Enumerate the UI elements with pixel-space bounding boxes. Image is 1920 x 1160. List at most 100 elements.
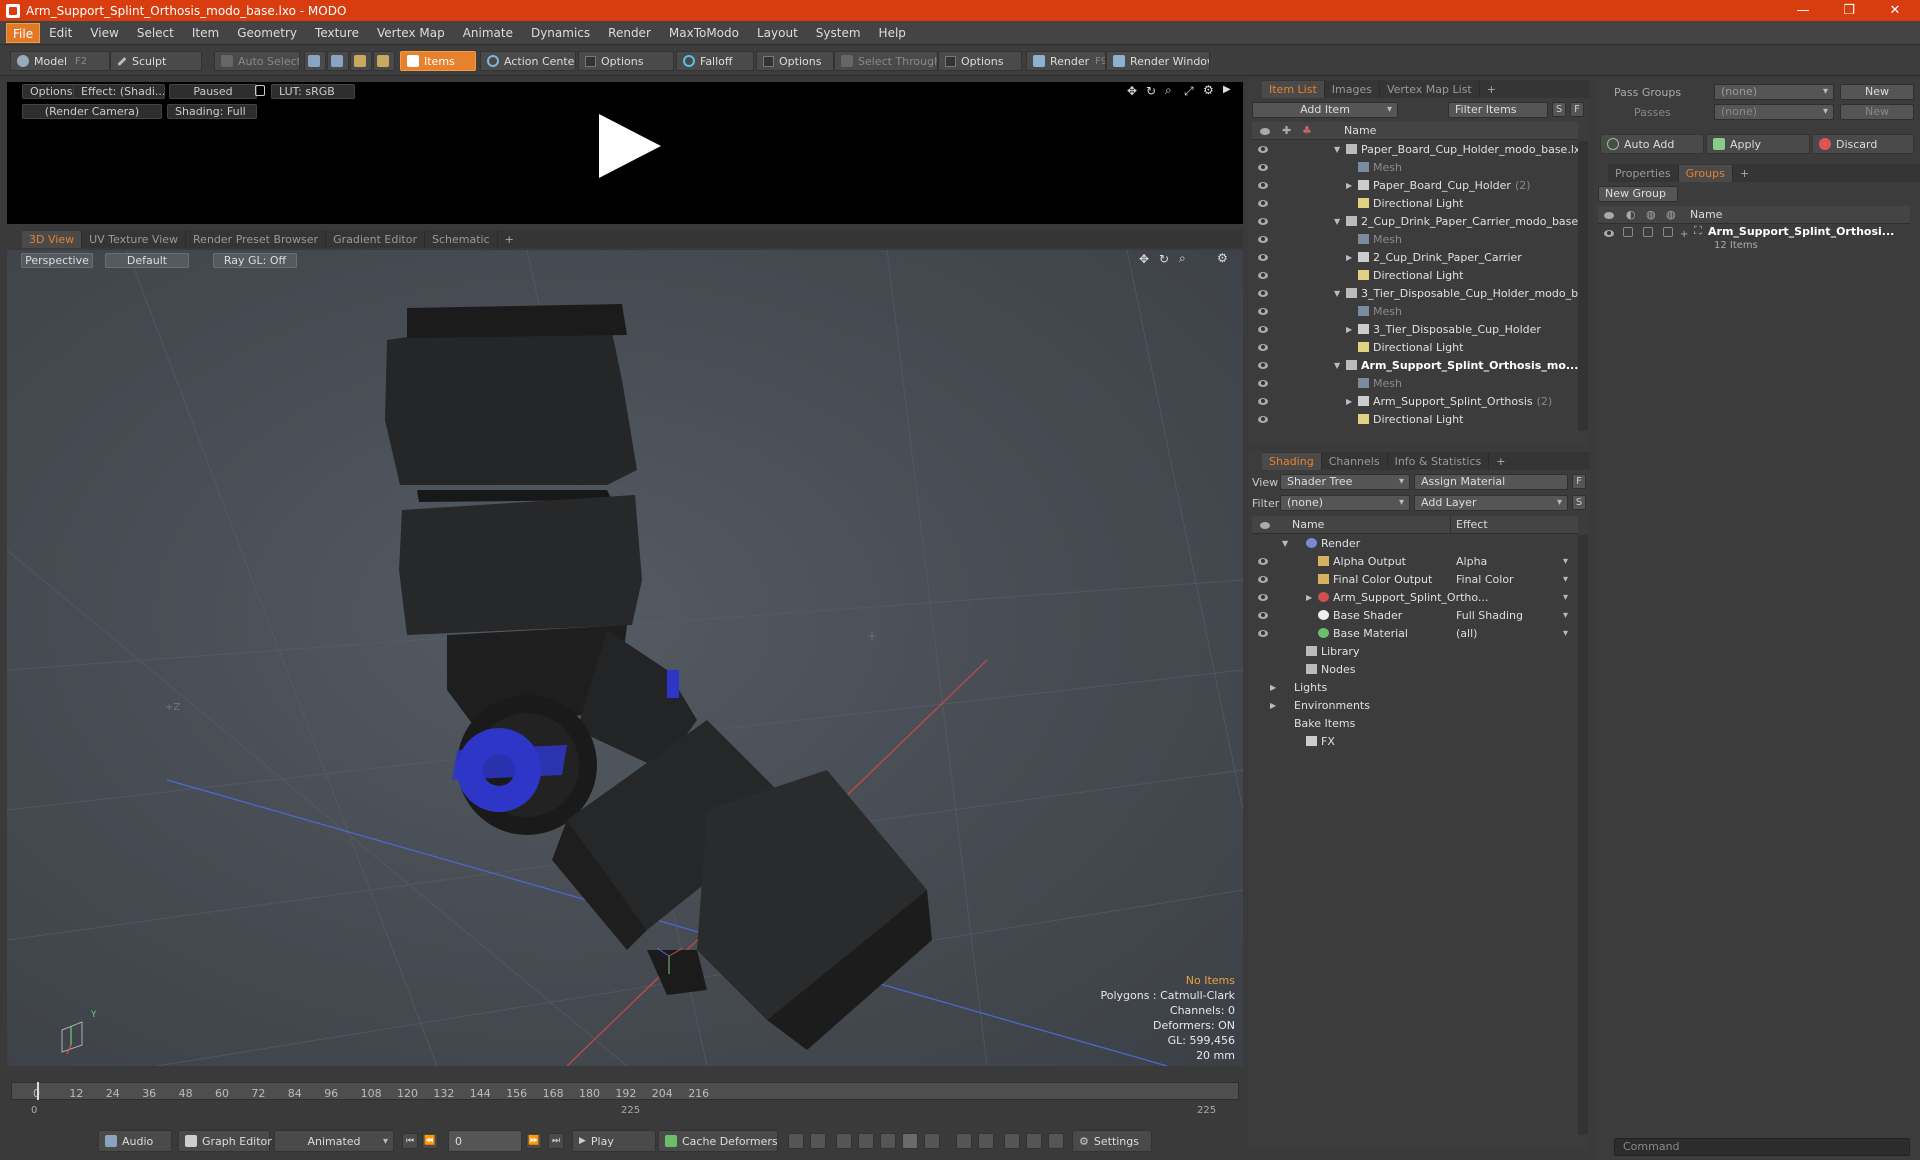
item-list-row[interactable]: ▼ 2_Cup_Drink_Paper_Carrier_modo_base....	[1252, 213, 1578, 231]
menu-layout[interactable]: Layout	[748, 23, 807, 43]
preview-options-button[interactable]: Options	[22, 84, 81, 99]
visibility-eye-icon[interactable]	[1258, 200, 1268, 207]
render-toggle[interactable]	[1623, 227, 1633, 237]
item-list-scrollbar[interactable]	[1578, 141, 1588, 431]
add-tab-button[interactable]: +	[1489, 453, 1512, 470]
tab-properties[interactable]: Properties	[1608, 165, 1679, 182]
add-to-group-icon[interactable]: +	[1680, 229, 1688, 240]
go-to-start-button[interactable]: ⏮	[402, 1133, 418, 1149]
expand-arrow-icon[interactable]: ▶	[1346, 177, 1352, 195]
tab-groups[interactable]: Groups	[1678, 165, 1733, 182]
timeline[interactable]: 0 12 24 36 48 60 72 84 96 108 120 132 144 156 168 180 19…	[7, 1078, 1243, 1118]
tab-gradient-editor[interactable]: Gradient Editor	[326, 231, 425, 248]
menu-select[interactable]: Select	[128, 23, 183, 43]
pass-groups-dropdown[interactable]: (none)	[1714, 84, 1834, 100]
visibility-eye-icon[interactable]	[1258, 254, 1268, 261]
preview-shading-dropdown[interactable]: Shading: Full	[167, 104, 257, 119]
menu-edit[interactable]: Edit	[40, 23, 81, 43]
visibility-eye-icon[interactable]	[1258, 236, 1268, 243]
item-list-row[interactable]: Mesh	[1252, 159, 1578, 177]
graph-editor-button[interactable]: Graph Editor	[178, 1130, 272, 1152]
default-style-dropdown[interactable]: Default	[105, 253, 189, 268]
select-toggle[interactable]	[1663, 227, 1673, 237]
effect-dropdown[interactable]: ▾	[1452, 589, 1572, 607]
item-list-row[interactable]: Directional Light	[1252, 195, 1578, 213]
shader-tree-row[interactable]: Library	[1252, 643, 1578, 661]
expand-arrow-icon[interactable]: ▶	[1306, 589, 1312, 607]
tab-info-statistics[interactable]: Info & Statistics	[1388, 453, 1490, 470]
menu-vertex-map[interactable]: Vertex Map	[368, 23, 454, 43]
gear-icon[interactable]: ⚙	[1217, 251, 1228, 265]
visibility-eye-icon[interactable]	[1258, 146, 1268, 153]
add-tab-button[interactable]: +	[1733, 165, 1756, 182]
menu-item[interactable]: Item	[183, 23, 228, 43]
menu-system[interactable]: System	[807, 23, 870, 43]
tab-vertex-map-list[interactable]: Vertex Map List	[1380, 81, 1480, 98]
current-frame-field[interactable]: 0	[448, 1130, 522, 1152]
auto-add-button[interactable]: Auto Add	[1600, 134, 1704, 154]
shader-tree-row[interactable]: Alpha Output Alpha ▾	[1252, 553, 1578, 571]
zoom-icon[interactable]: ⌕	[1179, 251, 1186, 266]
menu-animate[interactable]: Animate	[454, 23, 522, 43]
key-icon[interactable]	[880, 1133, 896, 1149]
visibility-eye-icon[interactable]	[1258, 344, 1268, 351]
cache-deformers-button[interactable]: Cache Deformers	[658, 1130, 778, 1152]
apply-button[interactable]: Apply	[1706, 134, 1810, 154]
visibility-eye-icon[interactable]	[1258, 362, 1268, 369]
discard-button[interactable]: Discard	[1812, 134, 1914, 154]
play-button[interactable]: ▶ Play	[572, 1130, 656, 1152]
lock-icon[interactable]	[255, 85, 265, 96]
assign-material-button[interactable]: Assign Material	[1414, 474, 1568, 490]
item-list-row[interactable]: ▶ 3_Tier_Disposable_Cup_Holder	[1252, 321, 1578, 339]
filter-items-input[interactable]: Filter Items	[1448, 102, 1548, 118]
item-list-row[interactable]: ▶ 2_Cup_Drink_Paper_Carrier	[1252, 249, 1578, 267]
menu-geometry[interactable]: Geometry	[228, 23, 306, 43]
collapse-arrow-icon[interactable]: ▼	[1334, 285, 1340, 303]
visibility-eye-icon[interactable]	[1258, 218, 1268, 225]
shader-tree-row[interactable]: FX	[1252, 733, 1578, 751]
prev-marker-icon[interactable]	[956, 1133, 972, 1149]
visibility-eye-icon[interactable]	[1258, 164, 1268, 171]
command-input[interactable]: Command	[1614, 1138, 1910, 1156]
expand-arrow-icon[interactable]: ▶	[1270, 679, 1276, 697]
settings-button[interactable]: ⚙ Settings	[1072, 1130, 1152, 1152]
item-list-row[interactable]: Directional Light	[1252, 267, 1578, 285]
rotate-icon[interactable]: ↻	[1146, 84, 1156, 98]
menu-help[interactable]: Help	[870, 23, 915, 43]
item-list-row[interactable]: Directional Light	[1252, 339, 1578, 357]
item-list-row[interactable]: Mesh	[1252, 303, 1578, 321]
expand-arrow-icon[interactable]: ▶	[1346, 249, 1352, 267]
preview-camera-dropdown[interactable]: (Render Camera)	[22, 104, 162, 119]
visibility-eye-icon[interactable]	[1604, 230, 1614, 237]
shading-f-button[interactable]: F	[1572, 474, 1586, 489]
model-mode-button[interactable]: Model F2	[10, 51, 110, 71]
item-list-row[interactable]: ▼ 3_Tier_Disposable_Cup_Holder_modo_b...	[1252, 285, 1578, 303]
prev-key-icon[interactable]	[836, 1133, 852, 1149]
auto-key-icon[interactable]	[924, 1133, 940, 1149]
key-tool-1-icon[interactable]	[788, 1133, 804, 1149]
item-list-row[interactable]: Directional Light	[1252, 411, 1578, 429]
playhead[interactable]	[37, 1082, 39, 1100]
view-dropdown[interactable]: Shader Tree	[1280, 474, 1410, 490]
tab-render-preset-browser[interactable]: Render Preset Browser	[186, 231, 327, 248]
select-through-button[interactable]: Select Through	[834, 51, 938, 71]
polygons-mode-button[interactable]	[350, 51, 372, 71]
collapse-arrow-icon[interactable]: ▼	[1282, 535, 1288, 553]
visibility-eye-icon[interactable]	[1258, 272, 1268, 279]
perspective-dropdown[interactable]: Perspective	[21, 253, 93, 268]
move-icon[interactable]: ✥	[1127, 84, 1137, 98]
effect-dropdown[interactable]: Full Shading ▾	[1452, 607, 1572, 625]
shader-tree-row[interactable]: Final Color Output Final Color ▾	[1252, 571, 1578, 589]
preview-paused-button[interactable]: Paused	[169, 84, 257, 99]
maximize-view-icon[interactable]: ⤢	[1184, 84, 1194, 99]
vertices-mode-button[interactable]	[304, 51, 326, 71]
menu-render[interactable]: Render	[599, 23, 660, 43]
falloff-options-button[interactable]: Options	[756, 51, 834, 71]
visibility-eye-icon[interactable]	[1258, 594, 1268, 601]
animated-dropdown[interactable]: Animated ▾	[274, 1130, 394, 1152]
add-tab-button[interactable]: +	[1480, 81, 1503, 98]
materials-mode-button[interactable]	[373, 51, 395, 71]
panel-menu-arrow-icon[interactable]: ▶	[1223, 84, 1231, 95]
ray-gl-toggle[interactable]: Ray GL: Off	[213, 253, 297, 268]
collapse-arrow-icon[interactable]: ▼	[1334, 213, 1340, 231]
